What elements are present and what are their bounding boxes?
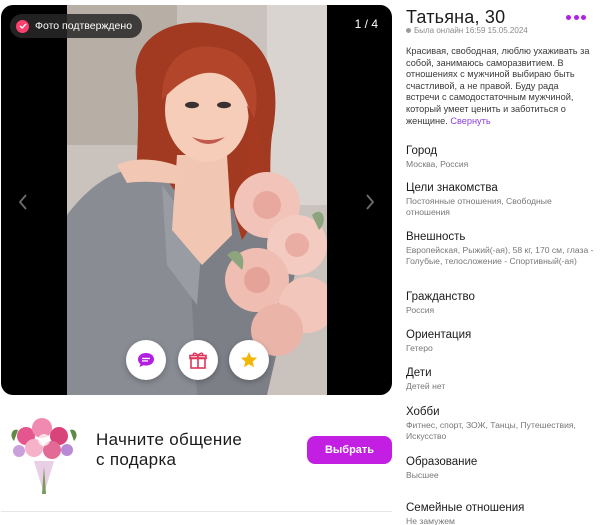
more-dots-icon <box>566 14 571 20</box>
section-value: Не замужем <box>406 516 455 525</box>
section-title: Внешность <box>406 231 466 243</box>
bouquet-image <box>11 418 77 494</box>
section-dating-goals: Цели знакомства Постоянные отношения, Св… <box>406 181 596 218</box>
section-children: Дети Детей нет <box>406 366 596 392</box>
gift-banner-title: Начните общение с подарка <box>96 430 286 470</box>
section-title: Город <box>406 145 438 157</box>
section-value: Гетеро <box>406 343 433 353</box>
last-online-text: Была онлайн 16:59 15.05.2024 <box>414 26 528 35</box>
gift-icon <box>188 352 207 369</box>
section-value: Детей нет <box>406 381 446 391</box>
more-options-button[interactable] <box>566 13 586 21</box>
collapse-link[interactable]: Свернуть <box>450 116 490 126</box>
section-orientation: Ориентация Гетеро <box>406 328 596 354</box>
about-text: Красивая, свободная, люблю ухаживать за … <box>406 46 590 126</box>
choose-gift-button[interactable]: Выбрать <box>307 436 392 464</box>
profile-photo[interactable] <box>67 5 327 395</box>
section-education: Образование Высшее <box>406 455 596 481</box>
profile-photo-image <box>67 5 327 395</box>
divider <box>1 511 392 512</box>
chevron-right-icon <box>366 194 375 210</box>
section-appearance: Внешность Европейская, Рыжий(-ая), 58 кг… <box>406 230 596 267</box>
gift-title-line2: с подарка <box>96 450 177 469</box>
photo-verified-badge: Фото подтверждено <box>10 14 143 38</box>
section-title: Семейные отношения <box>406 502 525 514</box>
verified-label: Фото подтверждено <box>35 20 133 32</box>
last-online-status: Была онлайн 16:59 15.05.2024 <box>406 26 528 35</box>
section-value: Высшее <box>406 470 439 480</box>
section-marital-status: Семейные отношения Не замужем <box>406 501 596 525</box>
chat-button[interactable] <box>126 340 166 380</box>
section-title: Образование <box>406 456 478 468</box>
check-badge-icon <box>16 19 29 33</box>
chevron-left-icon <box>18 194 27 210</box>
section-value: Москва, Россия <box>406 159 469 169</box>
photo-viewer[interactable]: Фото подтверждено 1 / 4 <box>1 5 392 395</box>
gift-title-line1: Начните общение <box>96 430 243 449</box>
gift-button[interactable] <box>177 340 218 380</box>
section-city: Город Москва, Россия <box>406 144 596 170</box>
favorite-button[interactable] <box>229 340 269 380</box>
section-value: Европейская, Рыжий(-ая), 58 кг, 170 см, … <box>406 245 594 266</box>
section-citizenship: Гражданство Россия <box>406 290 596 316</box>
section-title: Гражданство <box>406 291 475 303</box>
section-title: Ориентация <box>406 329 472 341</box>
chat-bubble-icon <box>138 353 154 367</box>
profile-name: Татьяна, 30 <box>406 7 506 27</box>
photo-counter: 1 / 4 <box>354 17 378 31</box>
section-hobbies: Хобби Фитнес, спорт, ЗОЖ, Танцы, Путешес… <box>406 405 596 442</box>
next-photo-button[interactable] <box>361 191 379 213</box>
profile-about: Красивая, свободная, люблю ухаживать за … <box>406 46 592 127</box>
section-title: Хобби <box>406 406 440 418</box>
section-value: Фитнес, спорт, ЗОЖ, Танцы, Путешествия, … <box>406 420 576 441</box>
star-icon <box>241 352 257 368</box>
section-value: Россия <box>406 305 435 315</box>
section-value: Постоянные отношения, Свободные отношени… <box>406 196 552 217</box>
status-dot-icon <box>406 28 411 33</box>
section-title: Дети <box>406 367 432 379</box>
photo-actions <box>126 340 269 380</box>
prev-photo-button[interactable] <box>14 191 32 213</box>
section-title: Цели знакомства <box>406 182 498 194</box>
